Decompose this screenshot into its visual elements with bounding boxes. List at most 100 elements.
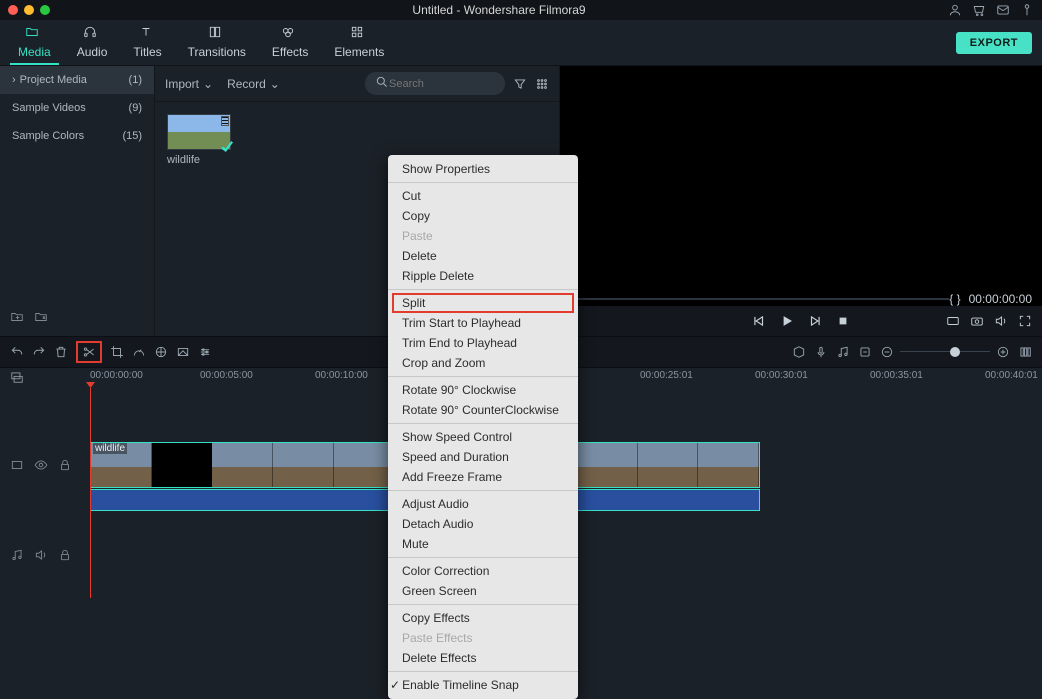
adjust-icon[interactable] bbox=[198, 345, 212, 359]
greenscreen-icon[interactable] bbox=[176, 345, 190, 359]
sidebar-item-sample-colors[interactable]: Sample Colors (15) bbox=[0, 122, 154, 150]
notify-icon[interactable] bbox=[1020, 3, 1034, 17]
chevron-down-icon: ⌄ bbox=[270, 77, 280, 91]
volume-icon[interactable] bbox=[994, 314, 1008, 328]
ruler-tick: 00:00:05:00 bbox=[200, 370, 253, 381]
save-project-icon[interactable] bbox=[34, 310, 48, 324]
menu-item-mute[interactable]: Mute bbox=[388, 534, 578, 554]
tab-effects[interactable]: Effects bbox=[264, 21, 316, 65]
play-button[interactable] bbox=[780, 314, 794, 328]
menu-item-adjust-audio[interactable]: Adjust Audio bbox=[388, 494, 578, 514]
menu-item-rotate-90-counterclockwise[interactable]: Rotate 90° CounterClockwise bbox=[388, 400, 578, 420]
import-label: Import bbox=[165, 77, 199, 91]
media-item-name: wildlife bbox=[167, 154, 233, 166]
crop-icon[interactable] bbox=[110, 345, 124, 359]
ruler-tick: 00:00:30:01 bbox=[755, 370, 808, 381]
video-track-icon[interactable] bbox=[10, 458, 24, 472]
marker-icon[interactable] bbox=[858, 345, 872, 359]
zoom-slider[interactable] bbox=[900, 351, 990, 353]
export-button[interactable]: EXPORT bbox=[956, 32, 1032, 54]
cart-icon[interactable] bbox=[972, 3, 986, 17]
menu-item-delete-effects[interactable]: Delete Effects bbox=[388, 648, 578, 668]
redo-icon[interactable] bbox=[32, 345, 46, 359]
tab-audio[interactable]: Audio bbox=[69, 21, 116, 65]
menu-item-crop-and-zoom[interactable]: Crop and Zoom bbox=[388, 353, 578, 373]
clip-label: wildlife bbox=[93, 443, 127, 454]
account-icon[interactable] bbox=[948, 3, 962, 17]
menu-item-green-screen[interactable]: Green Screen bbox=[388, 581, 578, 601]
minimize-window[interactable] bbox=[24, 5, 34, 15]
visibility-icon[interactable] bbox=[34, 458, 48, 472]
fullscreen-icon[interactable] bbox=[1018, 314, 1032, 328]
close-window[interactable] bbox=[8, 5, 18, 15]
playhead[interactable] bbox=[90, 388, 91, 598]
record-dropdown[interactable]: Record⌄ bbox=[227, 77, 280, 91]
lock-icon[interactable] bbox=[58, 458, 72, 472]
ruler-tick: 00:00:35:01 bbox=[870, 370, 923, 381]
track-manager-icon[interactable] bbox=[10, 370, 24, 384]
timeline-settings-icon[interactable] bbox=[1018, 345, 1032, 359]
preview-scrubber[interactable] bbox=[570, 298, 949, 300]
menu-item-speed-and-duration[interactable]: Speed and Duration bbox=[388, 447, 578, 467]
menu-item-trim-start-to-playhead[interactable]: Trim Start to Playhead bbox=[388, 313, 578, 333]
search-input[interactable] bbox=[365, 72, 505, 95]
menu-item-ripple-delete[interactable]: Ripple Delete bbox=[388, 266, 578, 286]
split-icon[interactable] bbox=[82, 345, 96, 359]
folder-icon bbox=[25, 25, 43, 43]
menu-item-copy[interactable]: Copy bbox=[388, 206, 578, 226]
grid-view-icon[interactable] bbox=[535, 77, 549, 91]
tab-media[interactable]: Media bbox=[10, 21, 59, 65]
lock-icon[interactable] bbox=[58, 548, 72, 562]
sidebar-count: (1) bbox=[129, 74, 142, 86]
voiceover-icon[interactable] bbox=[814, 345, 828, 359]
titles-icon bbox=[139, 25, 157, 43]
quality-icon[interactable] bbox=[946, 314, 960, 328]
messages-icon[interactable] bbox=[996, 3, 1010, 17]
undo-icon[interactable] bbox=[10, 345, 24, 359]
mixer-icon[interactable] bbox=[792, 345, 806, 359]
menu-item-copy-effects[interactable]: Copy Effects bbox=[388, 608, 578, 628]
menu-item-delete[interactable]: Delete bbox=[388, 246, 578, 266]
menu-item-split[interactable]: Split bbox=[392, 293, 574, 313]
sidebar-item-sample-videos[interactable]: Sample Videos (9) bbox=[0, 94, 154, 122]
next-frame-button[interactable] bbox=[808, 314, 822, 328]
prev-frame-button[interactable] bbox=[752, 314, 766, 328]
menu-item-show-properties[interactable]: Show Properties bbox=[388, 159, 578, 179]
menu-item-add-freeze-frame[interactable]: Add Freeze Frame bbox=[388, 467, 578, 487]
menu-item-rotate-90-clockwise[interactable]: Rotate 90° Clockwise bbox=[388, 380, 578, 400]
tab-label: Titles bbox=[133, 45, 161, 59]
maximize-window[interactable] bbox=[40, 5, 50, 15]
sidebar-label: Project Media bbox=[20, 74, 87, 86]
audio-track-icon[interactable] bbox=[10, 548, 24, 562]
search-field[interactable] bbox=[389, 78, 495, 90]
media-item[interactable]: wildlife bbox=[167, 114, 233, 166]
menu-item-detach-audio[interactable]: Detach Audio bbox=[388, 514, 578, 534]
top-nav: Media Audio Titles Transitions Effects E… bbox=[0, 20, 1042, 66]
menu-item-color-correction[interactable]: Color Correction bbox=[388, 561, 578, 581]
menu-item-show-speed-control[interactable]: Show Speed Control bbox=[388, 427, 578, 447]
snapshot-icon[interactable] bbox=[970, 314, 984, 328]
color-icon[interactable] bbox=[154, 345, 168, 359]
audio-icon[interactable] bbox=[836, 345, 850, 359]
menu-item-cut[interactable]: Cut bbox=[388, 186, 578, 206]
sidebar-label: Sample Colors bbox=[12, 130, 84, 142]
zoom-out-icon[interactable] bbox=[880, 345, 894, 359]
delete-icon[interactable] bbox=[54, 345, 68, 359]
mute-icon[interactable] bbox=[34, 548, 48, 562]
preview-viewport[interactable] bbox=[560, 66, 1042, 292]
sidebar-item-project-media[interactable]: ›Project Media (1) bbox=[0, 66, 154, 94]
new-folder-icon[interactable] bbox=[10, 310, 24, 324]
filter-icon[interactable] bbox=[513, 77, 527, 91]
menu-item-trim-end-to-playhead[interactable]: Trim End to Playhead bbox=[388, 333, 578, 353]
split-button-highlight bbox=[76, 341, 102, 363]
zoom-in-icon[interactable] bbox=[996, 345, 1010, 359]
tab-label: Audio bbox=[77, 45, 108, 59]
speed-icon[interactable] bbox=[132, 345, 146, 359]
tab-transitions[interactable]: Transitions bbox=[180, 21, 254, 65]
stop-button[interactable] bbox=[836, 314, 850, 328]
tab-titles[interactable]: Titles bbox=[125, 21, 169, 65]
import-dropdown[interactable]: Import⌄ bbox=[165, 77, 213, 91]
tab-label: Effects bbox=[272, 45, 308, 59]
menu-item-enable-timeline-snap[interactable]: Enable Timeline Snap bbox=[388, 675, 578, 695]
tab-elements[interactable]: Elements bbox=[326, 21, 392, 65]
